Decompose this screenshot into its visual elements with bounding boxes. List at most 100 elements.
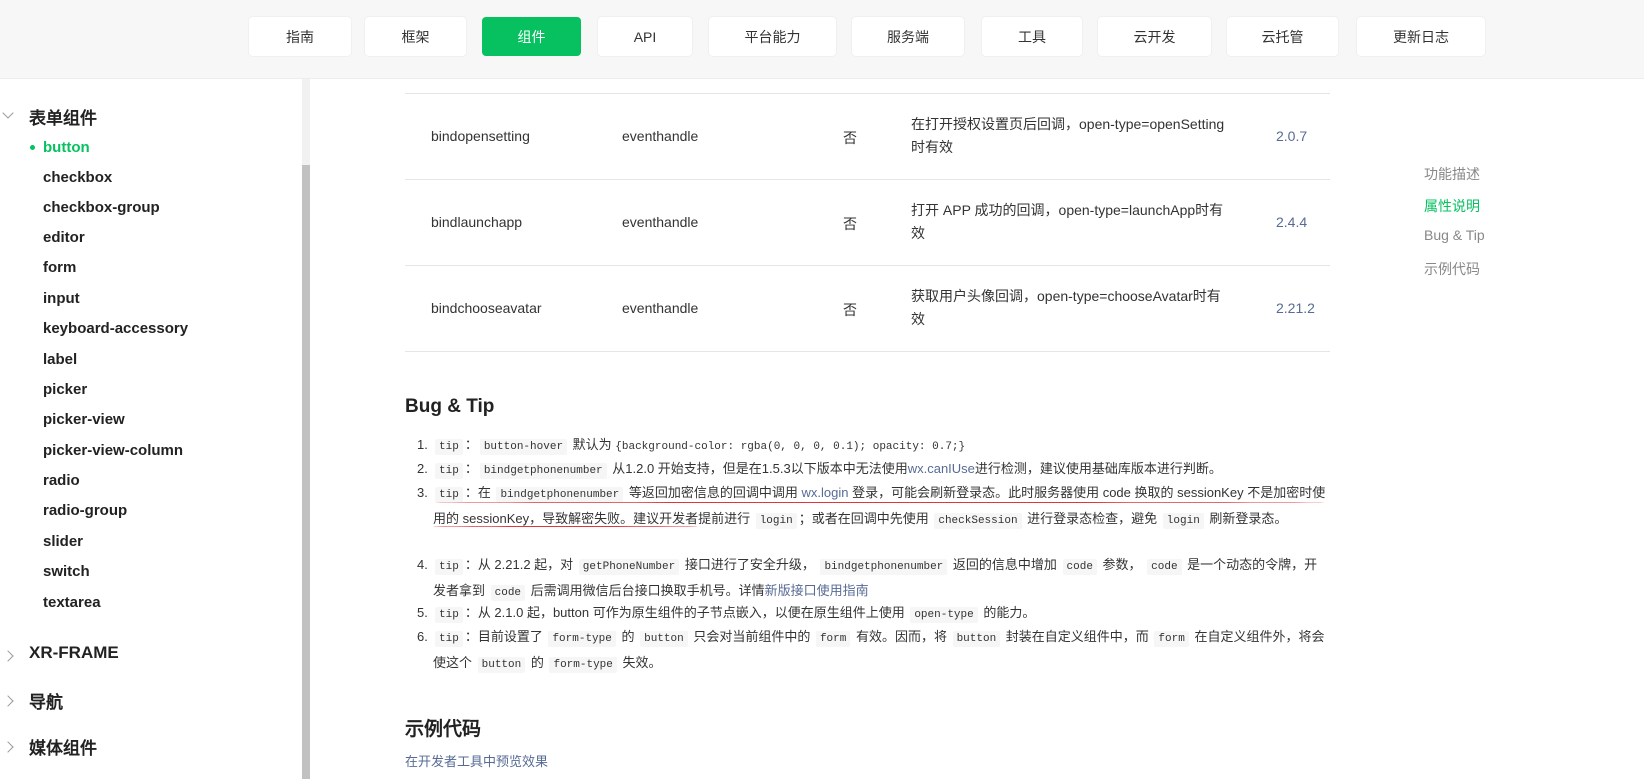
table-divider	[405, 351, 1330, 352]
toc-item-example-code[interactable]: 示例代码	[1424, 259, 1480, 279]
table-divider	[405, 179, 1330, 180]
inline-code: button	[952, 631, 1001, 647]
tab-components[interactable]: 组件	[482, 17, 581, 56]
inline-code: form-type	[549, 657, 617, 673]
text-fragment: ：在	[464, 485, 495, 500]
active-dot-icon	[30, 145, 35, 150]
tab-cloud-development[interactable]: 云开发	[1098, 17, 1211, 56]
text-fragment: 进行登录态检查，避免	[1023, 511, 1161, 526]
inline-code: form	[1154, 631, 1189, 647]
link-wx-caniuse[interactable]: wx.canIUse	[908, 461, 975, 476]
inline-code: code	[490, 585, 526, 601]
inline-code: getPhoneNumber	[578, 559, 680, 575]
inline-code: checkSession	[934, 513, 1022, 529]
attr-required: 否	[843, 216, 857, 232]
table-divider	[405, 93, 1330, 94]
inline-code: code	[1147, 559, 1182, 575]
attr-name: bindlaunchapp	[431, 214, 523, 230]
attr-type: eventhandle	[622, 128, 699, 144]
attr-type: eventhandle	[622, 300, 699, 316]
sidebar-item-button[interactable]: button	[43, 139, 90, 156]
attr-type: eventhandle	[622, 214, 699, 230]
sidebar-item-editor[interactable]: editor	[43, 229, 85, 246]
text-fragment: 返回的信息中增加	[949, 557, 1061, 572]
chevron-right-icon[interactable]	[2, 695, 14, 707]
text-fragment: 的能力。	[979, 605, 1036, 620]
attr-description: 获取用户头像回调，open-type=chooseAvatar时有效	[911, 288, 1221, 327]
sidebar-group-form-components[interactable]: 表单组件	[29, 104, 97, 129]
annotation-underline	[433, 502, 1328, 503]
link-new-api-guide[interactable]: 新版接口使用指南	[765, 583, 869, 598]
tip-text: tip ：从 2.1.0 起，button 可作为原生组件的子节点嵌入，以便在原生…	[433, 601, 1328, 627]
attr-required: 否	[843, 130, 857, 146]
code-tip: tip	[435, 631, 463, 647]
inline-code: open-type	[910, 607, 978, 623]
left-sidebar: 表单组件 button checkbox checkbox-group edit…	[0, 79, 302, 779]
top-navigation-bar: 指南 框架 组件 API 平台能力 服务端 工具 云开发 云托管 更新日志	[0, 0, 1644, 79]
link-wx-login[interactable]: wx.login	[802, 485, 849, 500]
sidebar-item-input[interactable]: input	[43, 290, 80, 307]
list-number: 2.	[417, 461, 428, 476]
tab-api[interactable]: API	[598, 17, 692, 56]
text-fragment: 默认为	[569, 437, 616, 452]
annotation-underline	[433, 526, 698, 527]
text-fragment: 封装在自定义组件中，而	[1002, 629, 1153, 644]
sidebar-item-label[interactable]: label	[43, 351, 77, 368]
sidebar-item-picker-view[interactable]: picker-view	[43, 411, 125, 428]
sidebar-item-keyboard-accessory[interactable]: keyboard-accessory	[43, 320, 188, 337]
toc-item-bug-tip[interactable]: Bug & Tip	[1424, 227, 1485, 243]
sidebar-item-checkbox-group[interactable]: checkbox-group	[43, 199, 160, 216]
text-fragment: 的	[527, 655, 548, 670]
code-tip: tip	[435, 463, 463, 479]
inline-code: bindgetphonenumber	[479, 463, 607, 479]
sidebar-item-radio[interactable]: radio	[43, 472, 80, 489]
chevron-right-icon[interactable]	[2, 741, 14, 753]
inline-code: button-hover	[479, 439, 568, 455]
text-fragment: 进行检测，建议使用基础库版本进行判断。	[974, 461, 1222, 476]
tip-text: tip： button-hover 默认为 {background-color: …	[433, 433, 1328, 459]
text-fragment: ：	[464, 461, 478, 476]
inline-code: bindgetphonenumber	[496, 487, 624, 503]
tab-framework[interactable]: 框架	[365, 17, 466, 56]
preview-in-devtools-link[interactable]: 在开发者工具中预览效果	[405, 751, 548, 770]
sidebar-scrollbar-thumb[interactable]	[302, 165, 310, 779]
inline-code: login	[755, 513, 797, 529]
text-fragment: 有效。因而，将	[852, 629, 951, 644]
sidebar-item-picker-view-column[interactable]: picker-view-column	[43, 442, 183, 459]
section-title-example-code: 示例代码	[405, 719, 482, 740]
text-fragment: 的	[617, 629, 639, 644]
inline-code: code	[1062, 559, 1097, 575]
sidebar-item-form[interactable]: form	[43, 259, 76, 276]
text-fragment: 接口进行了安全升级，	[681, 557, 819, 572]
code-tip: tip	[435, 607, 463, 623]
inline-code: form-type	[548, 631, 616, 647]
tab-cloud-hosting[interactable]: 云托管	[1227, 17, 1338, 56]
tip-text: tip： bindgetphonenumber 从1.2.0 开始支持，但是在1.…	[433, 457, 1328, 483]
section-title-bug-tip: Bug & Tip	[405, 396, 495, 417]
inline-code: form	[815, 631, 851, 647]
sidebar-item-radio-group[interactable]: radio-group	[43, 502, 127, 519]
chevron-down-icon[interactable]	[2, 107, 14, 119]
sidebar-item-textarea[interactable]: textarea	[43, 594, 101, 611]
sidebar-group-navigation[interactable]: 导航	[29, 688, 63, 713]
tab-tools[interactable]: 工具	[982, 17, 1082, 56]
toc-item-property-description[interactable]: 属性说明	[1424, 196, 1480, 216]
chevron-right-icon[interactable]	[2, 650, 14, 662]
sidebar-item-checkbox[interactable]: checkbox	[43, 169, 112, 186]
toc-item-feature-description[interactable]: 功能描述	[1424, 164, 1480, 184]
sidebar-item-picker[interactable]: picker	[43, 381, 87, 398]
list-number: 6.	[417, 629, 428, 644]
attr-name: bindchooseavatar	[431, 300, 542, 316]
tab-server[interactable]: 服务端	[852, 17, 964, 56]
tab-platform-capabilities[interactable]: 平台能力	[709, 17, 836, 56]
sidebar-group-xr-frame[interactable]: XR-FRAME	[29, 643, 119, 663]
tab-changelog[interactable]: 更新日志	[1357, 17, 1485, 56]
text-fragment: 后需调用微信后台接口换取手机号。详情	[527, 583, 765, 598]
attr-required: 否	[843, 302, 857, 318]
sidebar-item-slider[interactable]: slider	[43, 533, 83, 550]
attr-version: 2.21.2	[1276, 300, 1315, 316]
tab-guide[interactable]: 指南	[249, 17, 351, 56]
text-fragment: ：从 2.21.2 起，对	[464, 557, 577, 572]
sidebar-item-switch[interactable]: switch	[43, 563, 90, 580]
sidebar-group-media-components[interactable]: 媒体组件	[29, 734, 97, 759]
